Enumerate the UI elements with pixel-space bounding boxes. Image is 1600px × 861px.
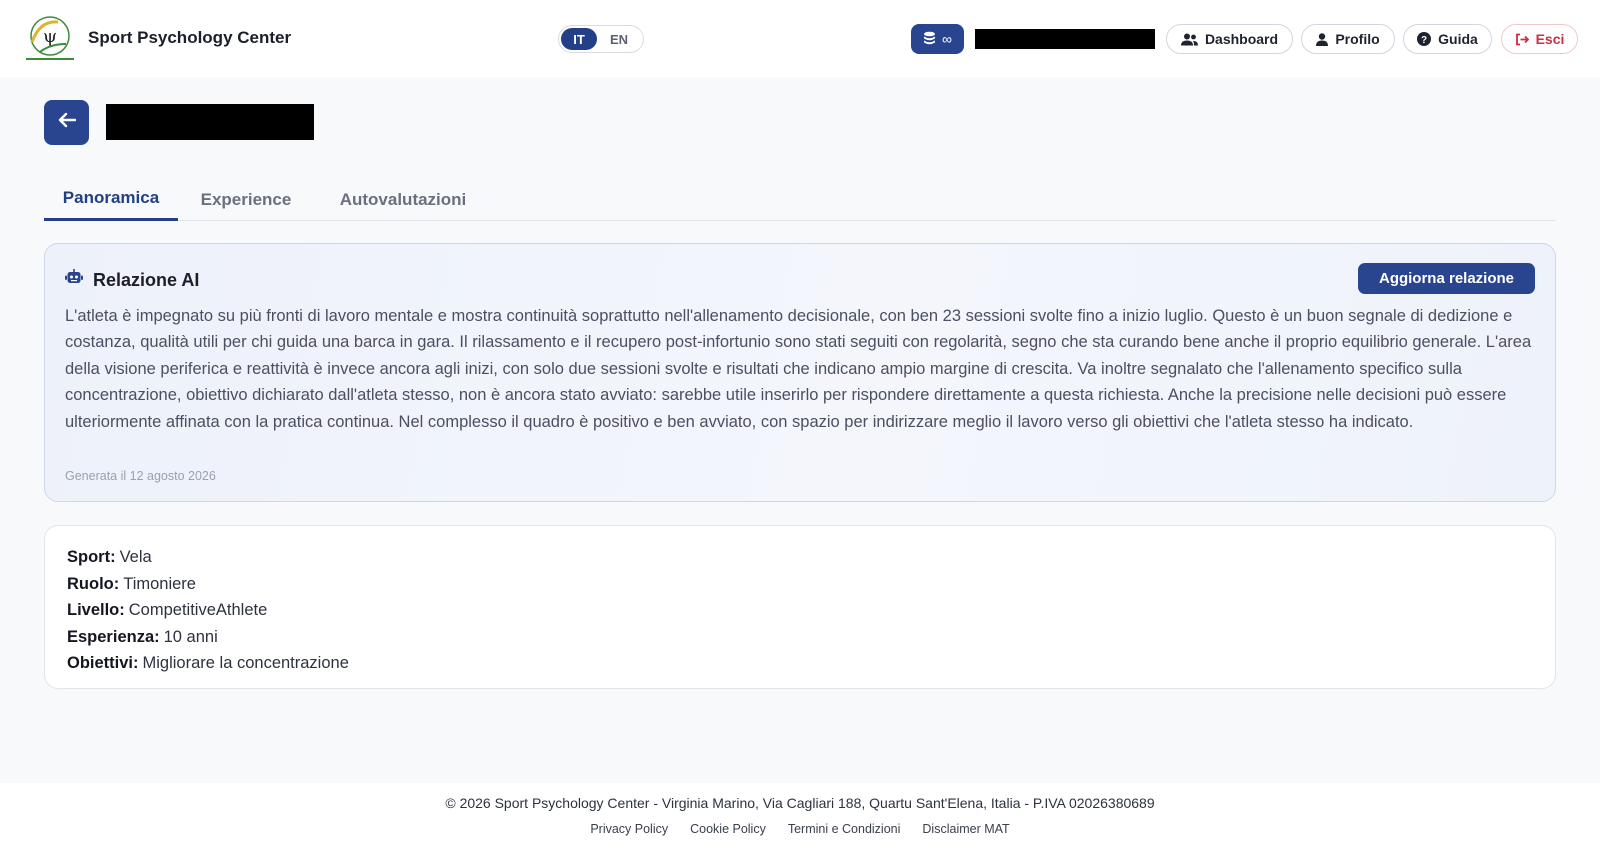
ai-report-text: L'atleta è impegnato su più fronti di la… (65, 307, 1532, 431)
tab-autovalutazioni[interactable]: Autovalutazioni (314, 178, 492, 221)
info-row-obiettivi: Obiettivi: Migliorare la concentrazione (67, 650, 1533, 677)
arrow-left-icon (58, 112, 76, 133)
footer-links: Privacy Policy Cookie Policy Termini e C… (0, 822, 1600, 836)
dashboard-button[interactable]: Dashboard (1166, 24, 1293, 54)
cookie-policy-link[interactable]: Cookie Policy (690, 822, 766, 836)
sport-label: Sport: (67, 548, 116, 566)
dashboard-label: Dashboard (1204, 31, 1279, 47)
logout-icon (1515, 33, 1529, 46)
top-header: ψ Sport Psychology Center IT EN ∞ Dashbo… (0, 0, 1600, 77)
robot-icon (65, 269, 83, 290)
app-title: Sport Psychology Center (88, 28, 292, 47)
lang-en-button[interactable]: EN (601, 28, 637, 50)
user-icon (1316, 32, 1329, 46)
sport-value: Vela (119, 548, 152, 566)
profile-button[interactable]: Profilo (1301, 24, 1395, 54)
athlete-info-card: Sport: Vela Ruolo: Timoniere Livello: Compe… (44, 525, 1556, 689)
ai-report-title: Relazione AI (93, 270, 200, 290)
svg-text:?: ? (1421, 35, 1427, 46)
tab-experience[interactable]: Experience (178, 178, 314, 221)
logout-button[interactable]: Esci (1501, 24, 1578, 54)
ruolo-value: Timoniere (123, 574, 196, 593)
athlete-name-redacted (106, 104, 314, 140)
refresh-report-button[interactable]: Aggiorna relazione (1358, 263, 1535, 294)
page-footer: © 2026 Sport Psychology Center - Virgini… (0, 783, 1600, 861)
language-switch: IT EN (558, 25, 644, 53)
info-row-esperienza: Esperienza: 10 anni (67, 624, 1533, 651)
lang-it-button[interactable]: IT (561, 28, 597, 50)
help-circle-icon: ? (1417, 32, 1432, 46)
info-row-sport: Sport: Vela (67, 544, 1533, 571)
logout-label: Esci (1535, 31, 1565, 47)
back-button[interactable] (44, 100, 89, 145)
ai-report-card: Relazione AI Aggiorna relazione L'atleta… (44, 243, 1556, 502)
obiettivi-value: Migliorare la concentrazione (142, 654, 349, 673)
ruolo-label: Ruolo: (67, 574, 120, 593)
info-row-livello: Livello: CompetitiveAthlete (67, 597, 1533, 624)
info-row-ruolo: Ruolo: Timoniere (67, 571, 1533, 598)
guide-label: Guida (1438, 31, 1478, 47)
credits-value: ∞ (942, 31, 952, 47)
credits-badge[interactable]: ∞ (911, 24, 964, 54)
esperienza-value: 10 anni (163, 627, 218, 646)
esperienza-label: Esperienza: (67, 627, 160, 646)
user-name-redacted (975, 29, 1155, 49)
guide-button[interactable]: ? Guida (1403, 24, 1492, 54)
tab-panoramica[interactable]: Panoramica (44, 178, 178, 221)
users-icon (1180, 33, 1198, 46)
coins-icon (923, 31, 936, 48)
privacy-policy-link[interactable]: Privacy Policy (590, 822, 668, 836)
footer-copyright: © 2026 Sport Psychology Center - Virgini… (445, 795, 1155, 811)
livello-value: CompetitiveAthlete (128, 601, 268, 620)
disclaimer-link[interactable]: Disclaimer MAT (922, 822, 1009, 836)
tabs-bar: Panoramica Experience Autovalutazioni (44, 178, 1556, 221)
terms-link[interactable]: Termini e Condizioni (788, 822, 901, 836)
svg-text:ψ: ψ (43, 26, 57, 47)
app-logo[interactable]: ψ (22, 14, 78, 64)
livello-label: Livello: (67, 601, 125, 620)
profile-label: Profilo (1335, 31, 1380, 47)
obiettivi-label: Obiettivi: (67, 654, 139, 673)
ai-report-date: Generata il 12 agosto 2026 (65, 469, 216, 483)
